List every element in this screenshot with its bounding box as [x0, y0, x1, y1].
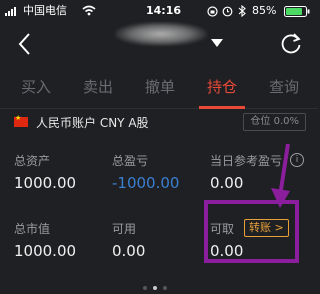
- page-dot[interactable]: [143, 286, 147, 290]
- status-bar: 中国电信 14:16 85%: [0, 0, 318, 22]
- tab-buy[interactable]: 买入: [6, 66, 66, 106]
- total-assets-value: 1000.00: [14, 174, 77, 192]
- active-tab-indicator: [199, 106, 245, 109]
- available-label: 可用: [112, 222, 137, 236]
- account-row: 人民币账户 CNY A股 仓位 0.0%: [0, 110, 318, 140]
- tab-query[interactable]: 查询: [254, 66, 314, 106]
- battery-icon: [284, 6, 310, 17]
- refresh-icon[interactable]: [278, 31, 304, 57]
- wifi-icon: [82, 5, 96, 16]
- china-flag-icon: [14, 114, 28, 127]
- tab-sell[interactable]: 卖出: [68, 66, 128, 106]
- trade-tabs: 买入 卖出 撤单 持仓 查询: [0, 66, 318, 109]
- market-value-label: 总市值: [14, 222, 51, 236]
- today-pl-value: 0.00: [210, 174, 244, 192]
- alarm-icon: [222, 6, 233, 17]
- page-dot[interactable]: [163, 286, 167, 290]
- market-value-value: 1000.00: [14, 242, 77, 260]
- bluetooth-icon: [238, 5, 246, 17]
- tab-positions[interactable]: 持仓: [192, 66, 252, 106]
- back-icon[interactable]: [12, 31, 38, 57]
- account-label: 人民币账户 CNY A股: [36, 116, 149, 130]
- page-dot-active[interactable]: [153, 286, 157, 290]
- nav-bar: [0, 22, 318, 66]
- signal-icon: [5, 7, 16, 16]
- dropdown-caret-icon[interactable]: [210, 38, 224, 48]
- annotation-arrow: [271, 143, 290, 208]
- position-badge: 仓位 0.0%: [243, 113, 306, 131]
- tab-cancel[interactable]: 撤单: [130, 66, 190, 106]
- available-value: 0.00: [112, 242, 146, 260]
- blurred-title: [115, 22, 207, 46]
- battery-percent: 85%: [252, 4, 277, 17]
- page-indicator: [140, 275, 170, 294]
- clock: 14:16: [146, 4, 182, 17]
- total-assets-label: 总资产: [14, 154, 51, 168]
- total-pl-value: -1000.00: [112, 174, 180, 192]
- total-pl-label: 总盈亏: [112, 154, 149, 168]
- rotation-lock-icon: [207, 6, 218, 17]
- carrier-name: 中国电信: [23, 4, 67, 17]
